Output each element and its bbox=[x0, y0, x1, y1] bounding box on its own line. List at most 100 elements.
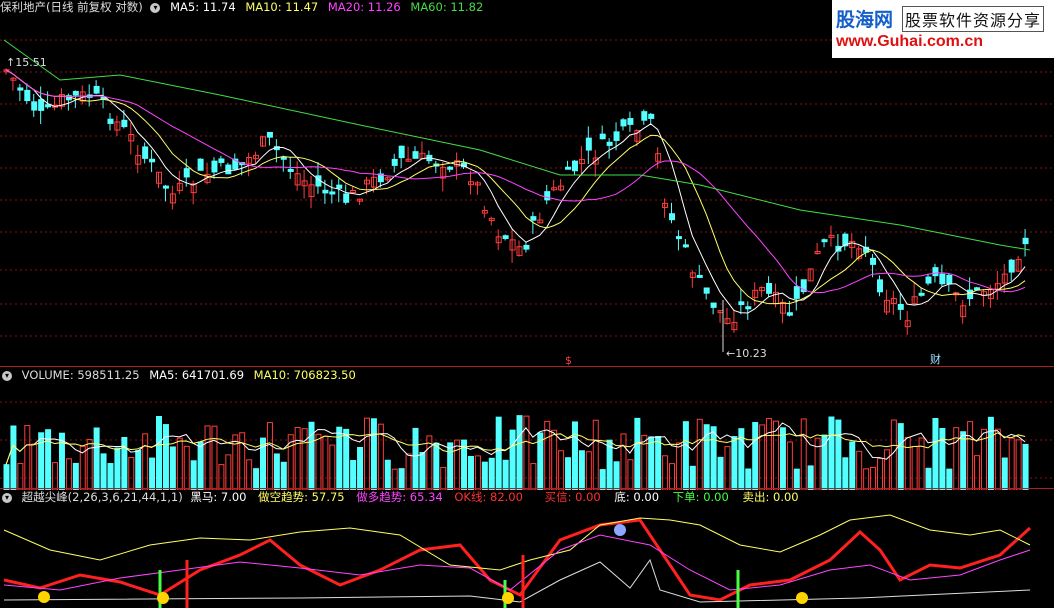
volume-bar bbox=[502, 459, 509, 490]
indicator-order: 下单: 0.00 bbox=[672, 490, 729, 504]
sad-face-icon bbox=[614, 524, 626, 536]
candle-body bbox=[932, 267, 939, 277]
volume-bar bbox=[967, 421, 974, 490]
volume-bar bbox=[447, 442, 454, 490]
candle-body bbox=[211, 160, 218, 173]
candle-body bbox=[350, 190, 357, 194]
volume-bar bbox=[100, 453, 107, 490]
volume-bar bbox=[960, 431, 967, 490]
volume-bar bbox=[925, 467, 932, 490]
volume-bar bbox=[169, 446, 176, 490]
volume-bar bbox=[266, 422, 273, 490]
panel-divider[interactable] bbox=[0, 488, 1054, 489]
volume-bar bbox=[329, 444, 336, 490]
volume-bar bbox=[592, 419, 599, 490]
candle-body bbox=[620, 119, 627, 127]
volume-bar bbox=[38, 432, 45, 490]
candle-body bbox=[669, 213, 676, 221]
volume-bar bbox=[717, 456, 724, 490]
candle-body bbox=[17, 87, 24, 91]
volume-bar bbox=[149, 457, 156, 490]
volume-bar bbox=[52, 462, 59, 490]
volume-bar bbox=[675, 442, 682, 490]
volume-bar bbox=[190, 460, 197, 490]
volume-bar bbox=[204, 425, 211, 490]
volume-bar bbox=[308, 421, 315, 490]
volume-bar bbox=[128, 456, 135, 490]
volume-bar bbox=[634, 417, 641, 490]
candle-body bbox=[599, 133, 606, 140]
volume-bar bbox=[613, 461, 620, 490]
candle-body bbox=[31, 101, 38, 111]
volume-bar bbox=[253, 468, 260, 490]
volume-bar bbox=[280, 461, 287, 490]
candle-body bbox=[197, 158, 204, 171]
candle-body bbox=[24, 89, 31, 102]
volume-bar bbox=[440, 466, 447, 490]
dropdown-icon[interactable]: ▾ bbox=[150, 2, 161, 13]
volume-bar bbox=[86, 439, 93, 490]
volume-bar bbox=[863, 468, 870, 490]
volume-ma5-label: MA5: 641701.69 bbox=[149, 368, 245, 382]
volume-bar bbox=[571, 421, 578, 490]
volume-bar bbox=[710, 426, 717, 490]
volume-bar bbox=[662, 455, 669, 490]
volume-bar bbox=[121, 436, 128, 490]
candle-body bbox=[530, 216, 537, 221]
price-chart-panel[interactable]: 保利地产(日线 前复权 对数) ▾ MA5: 11.74 MA10: 11.47… bbox=[0, 0, 1054, 368]
candle-body bbox=[183, 168, 190, 178]
indicator-heima: 黑马: 7.00 bbox=[190, 490, 247, 504]
indicator-name[interactable]: 超越尖峰(2,26,3,6,21,44,1,1) bbox=[22, 490, 183, 504]
volume-menu-icon[interactable]: ▾ bbox=[2, 370, 12, 381]
volume-bar bbox=[31, 443, 38, 490]
volume-bar bbox=[696, 418, 703, 490]
candle-body bbox=[876, 279, 883, 293]
volume-bar bbox=[474, 455, 481, 490]
volume-bar bbox=[350, 460, 357, 490]
candle-body bbox=[1022, 237, 1029, 245]
volume-bar bbox=[183, 445, 190, 490]
logo-tagline: 股票软件资源分享 bbox=[902, 6, 1045, 32]
volume-bar bbox=[114, 447, 121, 490]
candle-body bbox=[121, 119, 128, 128]
stock-title[interactable]: 保利地产(日线 前复权 对数) bbox=[0, 0, 143, 14]
candle-body bbox=[939, 273, 946, 285]
indicator-chart-svg[interactable] bbox=[0, 490, 1054, 608]
panel-divider[interactable] bbox=[0, 366, 1054, 367]
candle-body bbox=[738, 301, 745, 306]
short-trend-line bbox=[3, 514, 1031, 571]
indicator-panel[interactable]: ▾ 超越尖峰(2,26,3,6,21,44,1,1) 黑马: 7.00 做空趋势… bbox=[0, 490, 1054, 608]
volume-bar bbox=[544, 420, 551, 490]
volume-chart-svg[interactable] bbox=[0, 368, 1054, 490]
candle-body bbox=[710, 302, 717, 308]
volume-bar bbox=[10, 425, 17, 490]
candle-body bbox=[870, 257, 877, 265]
indicator-menu-icon[interactable]: ▾ bbox=[2, 492, 12, 503]
candle-body bbox=[149, 158, 156, 163]
volume-panel[interactable]: ▾ VOLUME: 598511.25 MA5: 641701.69 MA10:… bbox=[0, 368, 1054, 490]
volume-bar bbox=[419, 452, 426, 490]
volume-ma10-label: MA10: 706823.50 bbox=[253, 368, 356, 382]
ma60-label: MA60: 11.82 bbox=[410, 0, 484, 14]
volume-bar bbox=[322, 435, 329, 490]
volume-bar bbox=[627, 459, 634, 490]
price-header: 保利地产(日线 前复权 对数) ▾ MA5: 11.74 MA10: 11.47… bbox=[0, 0, 489, 15]
candle-body bbox=[266, 131, 273, 138]
volume-bar bbox=[239, 432, 246, 490]
volume-bar bbox=[65, 458, 72, 490]
logo-site-name: 股海网 bbox=[836, 9, 894, 31]
volume-bar bbox=[315, 433, 322, 490]
candle-body bbox=[107, 118, 114, 124]
candle-body bbox=[142, 146, 149, 159]
candle-body bbox=[925, 276, 932, 284]
candle-body bbox=[38, 99, 45, 111]
candle-body bbox=[322, 189, 329, 194]
candle-body bbox=[571, 160, 578, 172]
volume-bar bbox=[343, 428, 350, 490]
volume-bar bbox=[135, 449, 142, 490]
event-marker-cai[interactable]: 财 bbox=[930, 351, 941, 367]
volume-bar bbox=[897, 423, 904, 490]
candle-body bbox=[544, 191, 551, 201]
volume-bar bbox=[786, 441, 793, 490]
candle-body bbox=[606, 141, 613, 146]
